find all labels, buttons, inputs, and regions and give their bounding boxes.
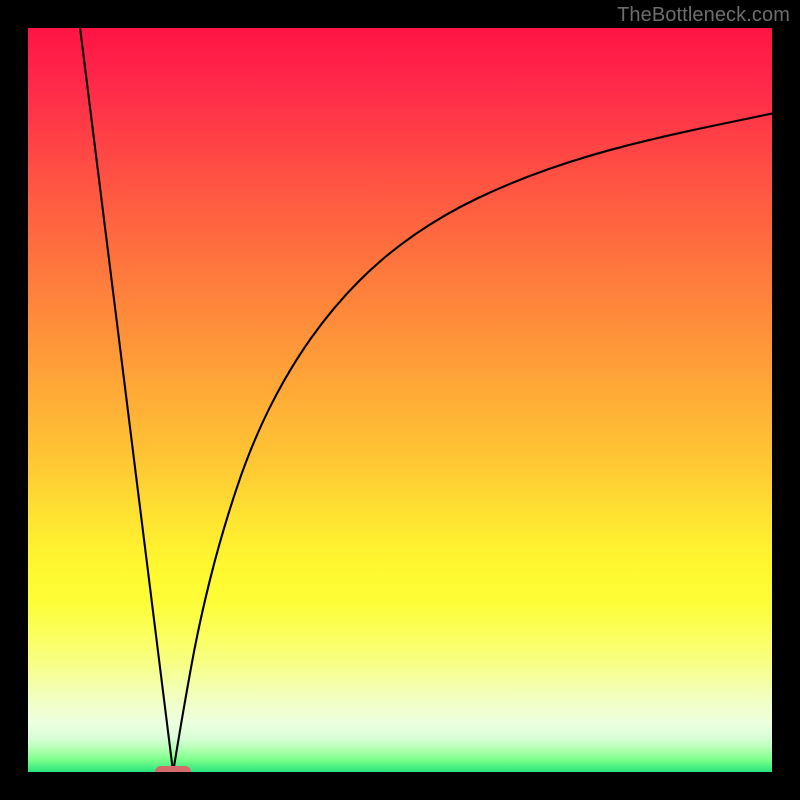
plot-area [28,28,772,772]
chart-frame: TheBottleneck.com [0,0,800,800]
watermark-text: TheBottleneck.com [617,4,790,27]
optimal-marker [155,766,191,772]
curve-svg [28,28,772,772]
bottleneck-curve-path [80,28,772,772]
